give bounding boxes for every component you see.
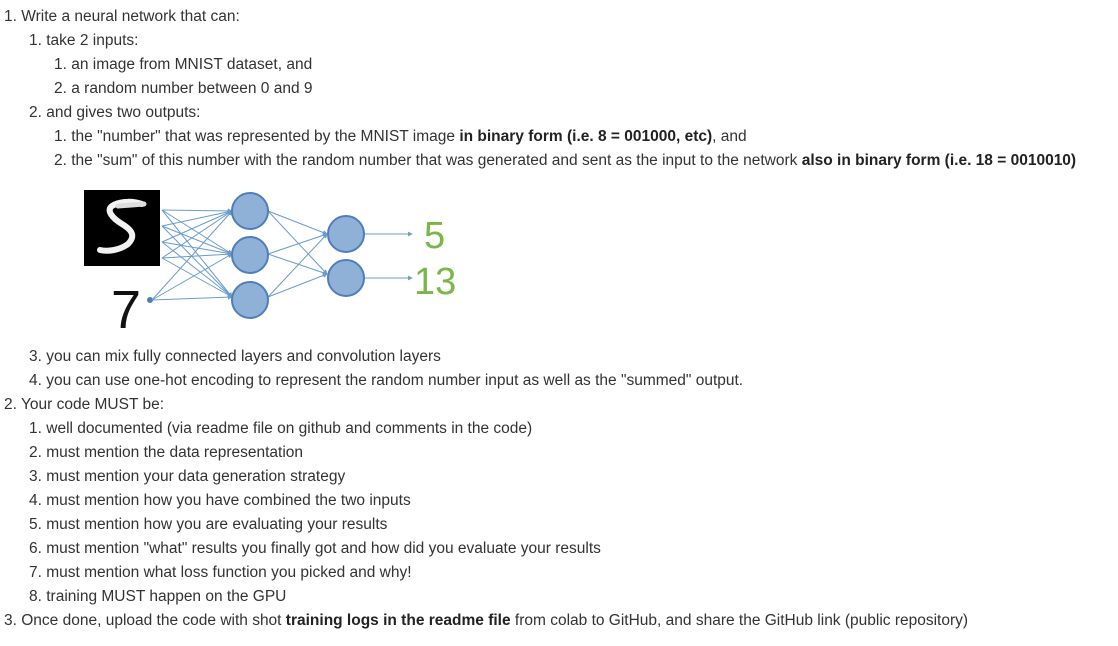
list-item: 1. the "number" that was represented by …: [54, 128, 747, 146]
list-text: from colab to GitHub, and share the GitH…: [510, 612, 969, 629]
mnist-digit-image: [84, 190, 160, 266]
input-number-label: 7: [111, 280, 141, 334]
list-number: 6.: [29, 540, 42, 557]
list-text: a random number between 0 and 9: [71, 80, 313, 97]
output-node: [327, 259, 365, 297]
list-item: 6. must mention "what" results you final…: [29, 540, 601, 558]
list-text: must mention "what" results you finally …: [46, 540, 601, 557]
bold-text: in binary form (i.e. 8 = 001000, etc): [459, 128, 713, 145]
edges-input-hidden: [151, 208, 233, 301]
list-text: Your code MUST be:: [20, 396, 164, 413]
hidden-node: [231, 236, 269, 274]
list-item: 2. the "sum" of this number with the ran…: [54, 152, 1076, 170]
list-item: 1. well documented (via readme file on g…: [29, 420, 532, 438]
list-text: must mention your data generation strate…: [46, 468, 346, 485]
hidden-node: [231, 281, 269, 319]
list-number: 1.: [29, 420, 42, 437]
neural-network-diagram: 7 5 13: [84, 190, 456, 334]
list-text: the "sum" of this number with the random…: [71, 152, 802, 169]
hidden-node: [231, 192, 269, 230]
list-number: 8.: [29, 588, 42, 605]
list-number: 1.: [54, 128, 67, 145]
list-text: must mention how you have combined the t…: [46, 492, 411, 509]
list-text: and gives two outputs:: [46, 104, 201, 121]
list-item: 2. a random number between 0 and 9: [54, 80, 313, 98]
list-number: 4.: [29, 492, 42, 509]
output-node: [327, 215, 365, 253]
list-item: 1. an image from MNIST dataset, and: [54, 56, 312, 74]
list-number: 1.: [54, 56, 67, 73]
list-text: must mention how you are evaluating your…: [46, 516, 388, 533]
list-number: 2.: [29, 104, 42, 121]
list-text: you can use one-hot encoding to represen…: [46, 372, 744, 389]
list-text: , and: [712, 128, 747, 145]
bold-text: also in binary form (i.e. 18 = 0010010): [801, 152, 1077, 169]
list-item: 1. take 2 inputs:: [29, 32, 138, 50]
list-number: 5.: [29, 516, 42, 533]
list-number: 4.: [29, 372, 42, 389]
list-item: 3. Once done, upload the code with shot …: [4, 612, 968, 630]
list-text: Write a neural network that can:: [21, 8, 240, 25]
list-number: 2.: [29, 444, 42, 461]
list-text: training MUST happen on the GPU: [46, 588, 287, 605]
list-item: 4. must mention how you have combined th…: [29, 492, 411, 510]
list-number: 3.: [29, 348, 42, 365]
list-item: 2. and gives two outputs:: [29, 104, 201, 122]
list-item: 3. you can mix fully connected layers an…: [29, 348, 441, 366]
list-number: 7.: [29, 564, 42, 581]
list-number: 1.: [4, 8, 17, 25]
list-item: 2. must mention the data representation: [29, 444, 303, 462]
output-label-number: 5: [424, 215, 445, 257]
list-item: 1. Write a neural network that can:: [4, 8, 240, 26]
list-text: the "number" that was represented by the…: [71, 128, 460, 145]
list-item: 8. training MUST happen on the GPU: [29, 588, 286, 606]
bold-text: training logs in the readme file: [285, 612, 511, 629]
list-text: an image from MNIST dataset, and: [71, 56, 313, 73]
output-label-sum: 13: [414, 261, 456, 303]
list-item: 7. must mention what loss function you p…: [29, 564, 412, 582]
list-number: 3.: [29, 468, 42, 485]
list-text: must mention the data representation: [46, 444, 304, 461]
list-text: take 2 inputs:: [46, 32, 139, 49]
list-text: you can mix fully connected layers and c…: [46, 348, 441, 365]
list-number: 1.: [29, 32, 42, 49]
list-item: 4. you can use one-hot encoding to repre…: [29, 372, 743, 390]
list-number: 2.: [54, 152, 67, 169]
list-text: Once done, upload the code with shot: [21, 612, 286, 629]
list-number: 2.: [4, 396, 17, 413]
list-text: well documented (via readme file on gith…: [46, 420, 533, 437]
list-number: 2.: [54, 80, 67, 97]
list-item: 5. must mention how you are evaluating y…: [29, 516, 387, 534]
list-text: must mention what loss function you pick…: [46, 564, 412, 581]
list-item: 3. must mention your data generation str…: [29, 468, 345, 486]
list-number: 3.: [4, 612, 17, 629]
list-item: 2. Your code MUST be:: [4, 396, 164, 414]
